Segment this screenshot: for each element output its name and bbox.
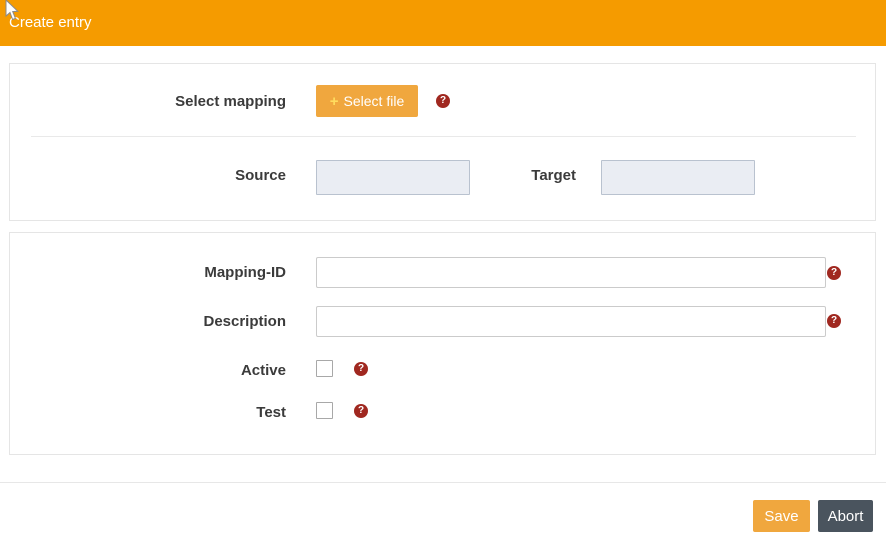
footer-divider <box>0 482 886 483</box>
active-label: Active <box>10 363 286 379</box>
test-label: Test <box>10 405 286 421</box>
select-mapping-help-icon[interactable]: ? <box>436 94 450 108</box>
select-file-button[interactable]: + Select file <box>316 85 418 117</box>
mapping-id-label: Mapping-ID <box>10 265 286 281</box>
file-selection-panel: Select mapping + Select file ? Source Ta… <box>9 63 876 221</box>
mapping-id-help-icon[interactable]: ? <box>827 266 841 280</box>
save-button[interactable]: Save <box>753 500 810 532</box>
entry-details-panel: Mapping-ID ? Description ? Active ? Test… <box>9 232 876 455</box>
description-label: Description <box>10 314 286 330</box>
source-label: Source <box>10 168 286 184</box>
mouse-cursor-icon <box>4 0 20 22</box>
test-help-icon[interactable]: ? <box>354 404 368 418</box>
abort-button[interactable]: Abort <box>818 500 873 532</box>
target-input <box>601 160 755 195</box>
active-help-icon[interactable]: ? <box>354 362 368 376</box>
description-input[interactable] <box>316 306 826 337</box>
select-file-button-label: Select file <box>344 93 405 109</box>
test-checkbox[interactable] <box>316 402 333 419</box>
panel-divider <box>31 136 856 137</box>
select-mapping-label: Select mapping <box>10 94 286 110</box>
target-label: Target <box>450 168 576 184</box>
page: Create entry Select mapping + Select fil… <box>0 0 886 546</box>
page-title: Create entry <box>9 14 92 31</box>
mapping-id-input[interactable] <box>316 257 826 288</box>
header-bar: Create entry <box>0 0 886 46</box>
plus-icon: + <box>330 93 339 110</box>
description-help-icon[interactable]: ? <box>827 314 841 328</box>
source-input <box>316 160 470 195</box>
active-checkbox[interactable] <box>316 360 333 377</box>
